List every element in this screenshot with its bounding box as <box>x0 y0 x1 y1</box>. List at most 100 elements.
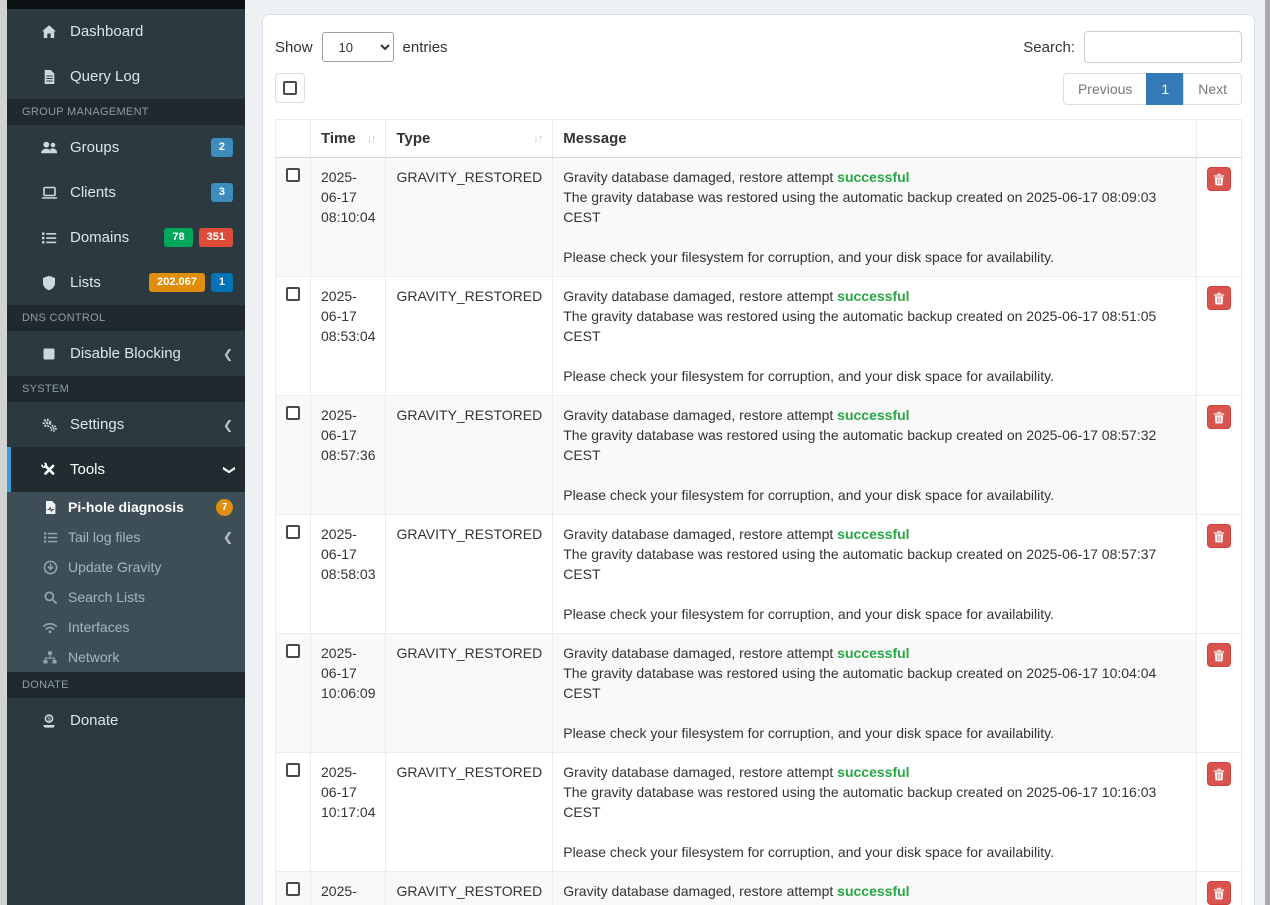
wifi-icon <box>40 620 60 634</box>
list-icon <box>40 531 60 544</box>
row-checkbox[interactable] <box>286 882 300 896</box>
sidebar-item-tail-log-files[interactable]: Tail log files ❮ <box>7 522 245 552</box>
row-checkbox[interactable] <box>286 287 300 301</box>
pihole-admin-screen: Dashboard Query Log GROUP MANAGEMENT Gro… <box>0 0 1270 905</box>
sidebar-item-label: Settings <box>70 416 124 433</box>
sidebar-item-pihole-diagnosis[interactable]: Pi-hole diagnosis 7 <box>7 492 245 522</box>
delete-entry-button[interactable] <box>1207 524 1231 548</box>
file-icon <box>38 69 60 85</box>
laptop-icon <box>38 185 60 200</box>
delete-entry-button[interactable] <box>1207 286 1231 310</box>
sidebar-item-settings[interactable]: Settings ❮ <box>7 402 245 447</box>
previous-page-button[interactable]: Previous <box>1063 73 1147 105</box>
select-all-checkbox[interactable] <box>283 81 297 95</box>
type-cell: GRAVITY_RESTORED <box>386 515 553 634</box>
table-row: 2025-06-17 08:10:04 GRAVITY_RESTORED Gra… <box>276 158 1242 277</box>
domains-denied-badge: 351 <box>199 228 233 246</box>
search-input[interactable] <box>1084 31 1242 63</box>
list-icon <box>38 231 60 245</box>
type-cell: GRAVITY_RESTORED <box>386 277 553 396</box>
sidebar-item-label: Dashboard <box>70 23 143 40</box>
next-page-button[interactable]: Next <box>1183 73 1242 105</box>
sidebar-item-donate[interactable]: $ Donate <box>7 698 245 743</box>
sidebar-item-clients[interactable]: Clients 3 <box>7 170 245 215</box>
header-type[interactable]: Type ↓↑ <box>386 120 553 158</box>
sidebar-item-interfaces[interactable]: Interfaces <box>7 612 245 642</box>
type-cell: GRAVITY_RESTORED <box>386 753 553 872</box>
row-checkbox[interactable] <box>286 406 300 420</box>
search-label: Search: <box>1023 39 1075 56</box>
message-cell: Gravity database damaged, restore attemp… <box>553 634 1197 753</box>
sidebar-item-label: Interfaces <box>68 619 129 635</box>
desktop-edge-strip <box>0 0 7 905</box>
scrollbar[interactable] <box>1265 0 1270 905</box>
time-cell: 2025-06-17 08:57:36 <box>311 396 386 515</box>
table-row: 2025-06-17 08:53:04 GRAVITY_RESTORED Gra… <box>276 277 1242 396</box>
sidebar-item-label: Tools <box>70 461 105 478</box>
chevron-left-icon: ❮ <box>223 348 233 360</box>
sidebar-item-label: Disable Blocking <box>70 345 181 362</box>
chevron-down-icon: ❮ <box>222 464 234 474</box>
users-icon <box>38 140 60 155</box>
sidebar-item-dashboard[interactable]: Dashboard <box>7 9 245 54</box>
type-cell: GRAVITY_RESTORED <box>386 634 553 753</box>
diagnosis-count-badge: 7 <box>216 499 233 516</box>
sidebar-item-tools[interactable]: Tools ❮ <box>7 447 245 492</box>
sidebar-item-lists[interactable]: Lists 202.067 1 <box>7 260 245 305</box>
sidebar-item-label: Donate <box>70 712 118 729</box>
sidebar-item-update-gravity[interactable]: Update Gravity <box>7 552 245 582</box>
status-text: successful <box>837 883 909 899</box>
status-text: successful <box>837 407 909 423</box>
header-select <box>276 120 311 158</box>
header-action <box>1197 120 1242 158</box>
sidebar-item-domains[interactable]: Domains 78 351 <box>7 215 245 260</box>
shield-icon <box>38 275 60 291</box>
sidebar-section-group-management: GROUP MANAGEMENT <box>7 99 245 125</box>
page-1-button[interactable]: 1 <box>1146 73 1184 105</box>
header-time[interactable]: Time ↓↑ <box>311 120 386 158</box>
row-checkbox[interactable] <box>286 168 300 182</box>
time-cell: 2025-06-17 08:10:04 <box>311 158 386 277</box>
page-size-select[interactable]: 10 <box>322 32 394 62</box>
message-cell: Gravity database damaged, restore attemp… <box>553 396 1197 515</box>
sidebar-item-network[interactable]: Network <box>7 642 245 672</box>
sidebar-item-label: Pi-hole diagnosis <box>68 499 184 515</box>
message-cell: Gravity database damaged, restore attemp… <box>553 872 1197 905</box>
table-row: 2025-06-17 10:06:09 GRAVITY_RESTORED Gra… <box>276 634 1242 753</box>
row-checkbox[interactable] <box>286 644 300 658</box>
main-content: Show 10 entries Search: Previous 1 <box>245 0 1270 905</box>
tools-icon <box>38 462 60 478</box>
delete-entry-button[interactable] <box>1207 643 1231 667</box>
type-cell: GRAVITY_RESTORED <box>386 872 553 905</box>
home-icon <box>38 24 60 40</box>
sidebar-item-groups[interactable]: Groups 2 <box>7 125 245 170</box>
time-cell: 2025-06-17 10:17:04 <box>311 753 386 872</box>
select-all-button-top[interactable] <box>275 73 305 103</box>
delete-entry-button[interactable] <box>1207 405 1231 429</box>
status-text: successful <box>837 288 909 304</box>
table-header-row: Time ↓↑ Type ↓↑ Message <box>276 120 1242 158</box>
row-checkbox[interactable] <box>286 525 300 539</box>
table-row: 2025-06-17 08:57:36 GRAVITY_RESTORED Gra… <box>276 396 1242 515</box>
delete-entry-button[interactable] <box>1207 762 1231 786</box>
sidebar-item-query-log[interactable]: Query Log <box>7 54 245 99</box>
chevron-left-icon: ❮ <box>223 531 233 543</box>
svg-text:$: $ <box>47 715 51 722</box>
type-cell: GRAVITY_RESTORED <box>386 396 553 515</box>
delete-entry-button[interactable] <box>1207 881 1231 905</box>
delete-entry-button[interactable] <box>1207 167 1231 191</box>
row-checkbox[interactable] <box>286 763 300 777</box>
table-row: 2025-06-17 08:58:03 GRAVITY_RESTORED Gra… <box>276 515 1242 634</box>
message-cell: Gravity database damaged, restore attemp… <box>553 158 1197 277</box>
domains-allowed-badge: 78 <box>164 228 192 246</box>
sidebar-item-disable-blocking[interactable]: Disable Blocking ❮ <box>7 331 245 376</box>
sidebar-item-label: Clients <box>70 184 116 201</box>
sidebar-item-search-lists[interactable]: Search Lists <box>7 582 245 612</box>
clients-count-badge: 3 <box>211 183 233 201</box>
type-cell: GRAVITY_RESTORED <box>386 158 553 277</box>
diagnosis-card: Show 10 entries Search: Previous 1 <box>262 14 1255 905</box>
gears-icon <box>38 417 60 433</box>
search-control: Search: <box>1023 31 1242 63</box>
chevron-left-icon: ❮ <box>223 419 233 431</box>
lists-count-badge: 1 <box>211 273 233 291</box>
